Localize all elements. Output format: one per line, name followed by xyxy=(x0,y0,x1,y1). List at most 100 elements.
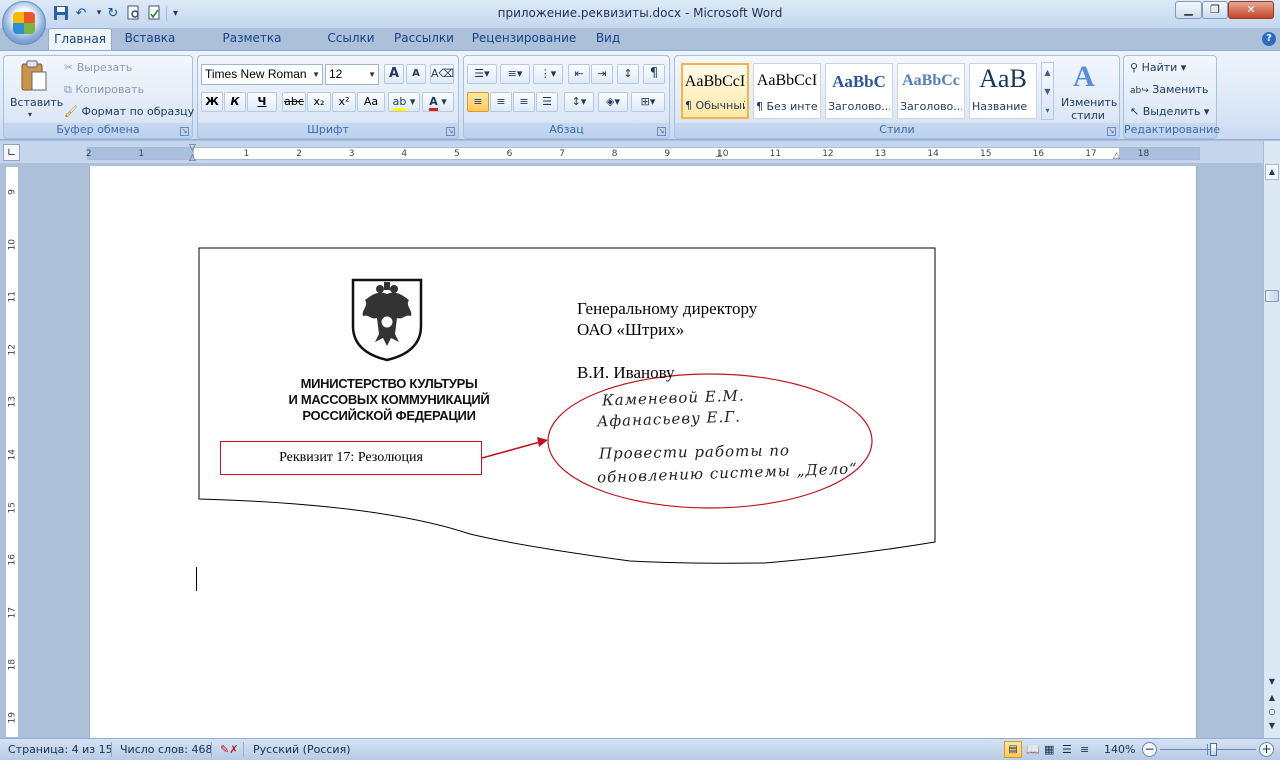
previous-page-icon[interactable]: ▲ xyxy=(1265,691,1279,705)
full-screen-reading-icon[interactable]: 📖 xyxy=(1026,743,1040,756)
zoom-out-icon[interactable]: − xyxy=(1142,742,1157,757)
shrink-font-button[interactable]: A xyxy=(406,64,426,84)
show-marks-button[interactable]: ¶ xyxy=(643,64,665,84)
style-heading1[interactable]: AaBbC Заголово... xyxy=(825,63,893,119)
increase-indent-icon[interactable]: ⇥ xyxy=(591,64,613,84)
minimize-button[interactable]: ▁ xyxy=(1175,1,1202,19)
style-normal[interactable]: AaBbCcI ¶ Обычный xyxy=(681,63,749,119)
next-page-icon[interactable]: ▼ xyxy=(1265,719,1279,733)
zoom-slider-thumb[interactable] xyxy=(1209,743,1217,756)
grow-font-button[interactable]: A xyxy=(384,64,404,84)
tab-page-layout[interactable]: Разметка страницы xyxy=(190,28,314,66)
browse-object-icon[interactable]: ○ xyxy=(1265,705,1279,719)
cut-button[interactable]: ✂ Вырезать xyxy=(64,61,132,74)
spelling-icon[interactable] xyxy=(145,5,163,22)
help-icon[interactable]: ? xyxy=(1262,32,1276,46)
tab-review[interactable]: Рецензирование xyxy=(468,28,580,50)
document-page[interactable]: МИНИСТЕРСТВО КУЛЬТУРЫ И МАССОВЫХ КОММУНИ… xyxy=(89,166,1197,738)
zoom-slider-track[interactable] xyxy=(1160,749,1256,750)
tab-references[interactable]: Ссылки xyxy=(322,28,380,50)
style-no-spacing[interactable]: AaBbCcI ¶ Без инте... xyxy=(753,63,821,119)
subscript-button[interactable]: x₂ xyxy=(307,92,331,112)
font-family-select[interactable]: Times New Roman ▼ xyxy=(201,64,323,85)
bullets-icon[interactable]: ☰▾ xyxy=(467,64,497,84)
justify-icon[interactable]: ☰ xyxy=(536,92,558,112)
change-styles-label: Изменить стили xyxy=(1061,96,1118,122)
change-styles-button[interactable]: A Изменить стили xyxy=(1057,60,1117,122)
ruler-tick-label: 11 xyxy=(7,291,18,303)
sort-icon[interactable]: ↕ xyxy=(617,64,639,84)
shading-icon[interactable]: ◈▾ xyxy=(598,92,628,112)
paste-dropdown-icon[interactable]: ▾ xyxy=(28,110,32,119)
restore-button[interactable]: ❐ xyxy=(1202,1,1228,19)
copy-button[interactable]: ⧉ Копировать xyxy=(64,83,144,97)
style-heading2[interactable]: AaBbCc Заголово... xyxy=(897,63,965,119)
outline-icon[interactable]: ☰ xyxy=(1062,743,1072,756)
office-button[interactable] xyxy=(2,1,46,45)
align-center-icon[interactable]: ≡ xyxy=(490,92,512,112)
draft-icon[interactable]: ≡ xyxy=(1080,743,1089,756)
borders-icon[interactable]: ⊞▾ xyxy=(631,92,665,112)
close-button[interactable]: ✕ xyxy=(1228,1,1274,19)
highlight-button[interactable]: ab ▾ xyxy=(388,92,420,112)
redo-icon[interactable]: ↻ xyxy=(104,5,122,22)
font-color-icon: A xyxy=(429,95,438,111)
right-indent-marker[interactable]: △ xyxy=(1113,152,1123,161)
tab-insert[interactable]: Вставка xyxy=(118,28,182,50)
tab-home[interactable]: Главная xyxy=(48,28,112,50)
word-count[interactable]: Число слов: 468 xyxy=(120,743,213,756)
tab-stop-marker[interactable]: ⊥ xyxy=(715,151,725,160)
decrease-indent-icon[interactable]: ⇤ xyxy=(568,64,590,84)
italic-button[interactable]: К xyxy=(224,92,246,112)
paste-button[interactable]: Вставить ▾ xyxy=(8,58,63,120)
find-button[interactable]: ⚲ Найти ▾ xyxy=(1130,61,1186,74)
page-indicator[interactable]: Страница: 4 из 15 xyxy=(8,743,113,756)
style-title[interactable]: AaB Название xyxy=(969,63,1037,119)
customize-toolbar-icon[interactable]: ▾ xyxy=(166,5,184,22)
superscript-button[interactable]: x² xyxy=(332,92,356,112)
bold-button[interactable]: Ж xyxy=(201,92,223,112)
paragraph-launcher-icon[interactable]: ↘ xyxy=(657,127,666,136)
font-size-select[interactable]: 12 ▼ xyxy=(325,64,379,85)
strikethrough-button[interactable]: abc xyxy=(282,92,306,112)
zoom-level[interactable]: 140% xyxy=(1104,743,1135,756)
align-right-icon[interactable]: ≡ xyxy=(513,92,535,112)
proofing-icon[interactable]: ✎✗ xyxy=(220,743,238,756)
ministry-line: РОССИЙСКОЙ ФЕДЕРАЦИИ xyxy=(302,408,476,423)
first-line-indent-marker[interactable]: ▽ xyxy=(189,144,199,153)
scroll-down-icon[interactable]: ▼ xyxy=(1265,675,1279,689)
tab-view[interactable]: Вид xyxy=(588,28,628,50)
scroll-thumb[interactable] xyxy=(1265,290,1279,302)
web-layout-icon[interactable]: ▦ xyxy=(1044,743,1054,756)
numbering-icon[interactable]: ≡▾ xyxy=(500,64,530,84)
format-painter-button[interactable]: 🖌 Формат по образцу xyxy=(64,105,194,118)
tab-selector[interactable]: ∟ xyxy=(3,144,20,161)
save-icon[interactable] xyxy=(52,5,70,22)
undo-icon[interactable]: ↶ xyxy=(72,5,90,22)
font-color-button[interactable]: A ▾ xyxy=(422,92,454,112)
underline-button[interactable]: Ч xyxy=(247,92,277,112)
replace-button[interactable]: ab↪ Заменить xyxy=(1130,83,1208,96)
language-indicator[interactable]: Русский (Россия) xyxy=(253,743,351,756)
font-launcher-icon[interactable]: ↘ xyxy=(446,127,455,136)
clear-formatting-icon[interactable]: A⌫ xyxy=(430,64,454,84)
align-left-icon[interactable]: ≡ xyxy=(467,92,489,112)
clipboard-launcher-icon[interactable]: ↘ xyxy=(180,127,189,136)
ruler-tick-label: 1 xyxy=(138,149,145,159)
vertical-ruler[interactable]: 9 10 11 12 13 14 15 16 17 18 19 xyxy=(5,166,19,738)
print-preview-icon[interactable] xyxy=(124,5,142,22)
print-layout-icon[interactable]: ▤ xyxy=(1004,741,1022,758)
styles-launcher-icon[interactable]: ↘ xyxy=(1107,127,1116,136)
hanging-indent-marker[interactable]: △ xyxy=(189,154,199,163)
select-button[interactable]: ↖ Выделить ▾ xyxy=(1130,105,1209,118)
line-spacing-icon[interactable]: ↕▾ xyxy=(564,92,594,112)
styles-scroll[interactable]: ▲ ▼ ▾ xyxy=(1041,62,1054,120)
style-preview: AaB xyxy=(979,64,1027,93)
tab-mailings[interactable]: Рассылки xyxy=(390,28,458,50)
multilevel-list-icon[interactable]: ⋮▾ xyxy=(533,64,563,84)
change-case-button[interactable]: Aa xyxy=(357,92,385,112)
horizontal-ruler[interactable]: 2 1 1 2 3 4 5 6 7 8 9 10 11 12 13 14 15 16 17 18 ▽ △ ⊥ △ xyxy=(86,144,1200,163)
vertical-scrollbar[interactable]: ▲ ▼ ▲ ○ ▼ xyxy=(1263,141,1280,738)
scroll-up-icon[interactable]: ▲ xyxy=(1265,164,1279,180)
zoom-in-icon[interactable]: + xyxy=(1259,742,1274,757)
